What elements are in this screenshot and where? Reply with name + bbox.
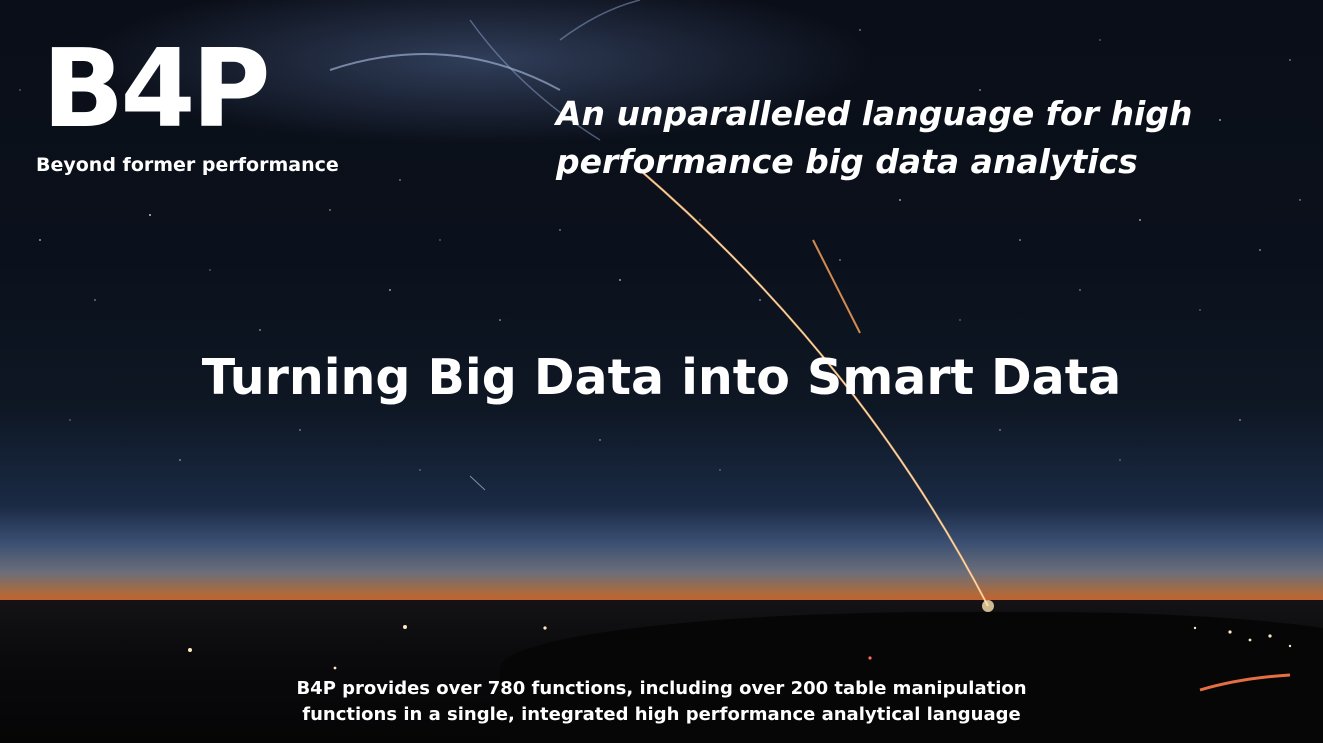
footer-line-1: B4P provides over 780 functions, includi… [296, 678, 1027, 699]
logo-tagline: Beyond former performance [36, 154, 339, 176]
headline-line-2: performance big data analytics [556, 142, 1138, 181]
main-title: Turning Big Data into Smart Data [201, 349, 1122, 406]
footer-description: B4P provides over 780 functions, includi… [0, 676, 1323, 728]
logo: B4P [42, 27, 271, 152]
slide: B4P Beyond former performance An unparal… [0, 0, 1323, 743]
headline-line-1: An unparalleled language for high [556, 94, 1193, 133]
headline: An unparalleled language for high perfor… [556, 90, 1276, 186]
footer-line-2: functions in a single, integrated high p… [302, 704, 1021, 725]
